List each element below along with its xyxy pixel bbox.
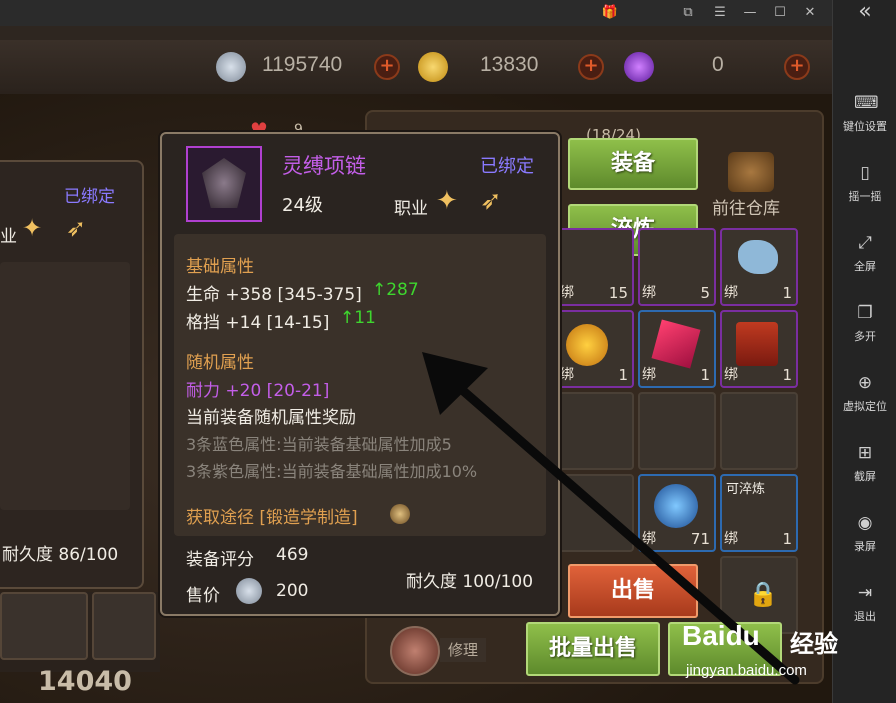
screenshot-icon: ⊞ <box>857 443 873 463</box>
hp-attr: 生命 +358 [345-375] <box>186 285 362 305</box>
collapse-icon[interactable]: « <box>833 0 896 26</box>
gift-icon[interactable]: 🎁 <box>600 3 620 23</box>
left-durability: 耐久度 86/100 <box>2 545 119 565</box>
left-attr-box <box>0 262 130 510</box>
bow-icon: ➶ <box>480 186 502 216</box>
left-bound-label: 已绑定 <box>64 187 115 207</box>
inventory-slot[interactable]: 绑1 <box>720 228 798 306</box>
side-item-label: 退出 <box>854 610 876 623</box>
baidu-word: 经验 <box>790 630 838 658</box>
gem-amount: 0 <box>712 53 724 76</box>
acquire-source: 获取途径 [锻造学制造] <box>186 508 358 528</box>
equip-slot[interactable] <box>0 592 88 660</box>
gold-coin-icon <box>418 52 448 82</box>
close-button[interactable]: ✕ <box>800 3 820 23</box>
warehouse-chest-icon[interactable] <box>728 152 774 192</box>
compare-equipment-panel: 已绑定 业 ✦ ➶ 耐久度 86/100 <box>0 160 144 589</box>
shake-icon: ▯ <box>860 163 870 183</box>
add-gem-button[interactable]: + <box>784 54 810 80</box>
side-item-record[interactable]: ◉ 录屏 <box>833 506 896 568</box>
bow-icon: ➶ <box>66 214 87 242</box>
score-label: 装备评分 <box>186 550 254 570</box>
stamina-attr: 耐力 +20 [20-21] <box>186 381 330 401</box>
rune-stone-icon <box>738 240 778 274</box>
side-item-keyboard[interactable]: ⌨ 键位设置 <box>833 86 896 148</box>
side-item-label: 虚拟定位 <box>843 400 887 413</box>
score-value: 469 <box>276 545 309 565</box>
gold-amount: 13830 <box>480 53 539 76</box>
multi-open-icon: ❐ <box>857 303 873 323</box>
currency-bar: 1195740 + 13830 + 0 + <box>0 40 832 94</box>
inventory-slot[interactable]: 绑5 <box>638 228 716 306</box>
item-level: 24级 <box>282 195 323 216</box>
emulator-top-bar: 🎁 ⧉ ☰ — ☐ ✕ <box>0 0 832 26</box>
side-item-label: 多开 <box>854 330 876 343</box>
emulator-side-panel: « ⌨ 键位设置 ▯ 摇一摇 ⤢ 全屏 ❐ 多开 ⊕ 虚拟定位 ⊞ 截屏 ◉ 录屏 ⇥ 退出 <box>832 0 896 703</box>
game-top-strip <box>0 26 832 40</box>
baidu-url: jingyan.baidu.com <box>686 662 807 679</box>
silver-coin-icon <box>236 578 262 604</box>
side-item-label: 摇一摇 <box>848 190 882 203</box>
side-item-label: 截屏 <box>854 470 876 483</box>
wings-icon: ✦ <box>436 186 458 216</box>
gem-icon <box>624 52 654 82</box>
side-item-fullscreen[interactable]: ⤢ 全屏 <box>833 226 896 288</box>
silver-coin-icon <box>216 52 246 82</box>
record-icon: ◉ <box>857 513 873 533</box>
add-silver-button[interactable]: + <box>374 54 400 80</box>
item-bound-label: 已绑定 <box>480 156 534 177</box>
go-to-warehouse-link[interactable]: 前往仓库 <box>712 194 780 219</box>
minimize-button[interactable]: — <box>740 3 760 23</box>
side-item-label: 键位设置 <box>843 120 887 133</box>
silver-amount: 1195740 <box>262 53 343 76</box>
block-increase: ↑11 <box>340 308 376 328</box>
side-item-label: 全屏 <box>854 260 876 273</box>
inventory-slot[interactable]: 绑 15 <box>556 228 634 306</box>
baidu-brand: Baidu <box>682 620 760 651</box>
price-label: 售价 <box>186 586 220 606</box>
exit-icon: ⇥ <box>857 583 873 603</box>
add-gold-button[interactable]: + <box>578 54 604 80</box>
reward-title: 当前装备随机属性奖励 <box>186 408 356 428</box>
hp-increase: ↑287 <box>372 280 419 300</box>
random-attr-title: 随机属性 <box>186 353 254 373</box>
side-item-screenshot[interactable]: ⊞ 截屏 <box>833 436 896 498</box>
wings-icon: ✦ <box>22 214 43 242</box>
job-label: 职业 <box>394 199 428 219</box>
fullscreen-icon: ⤢ <box>858 233 872 253</box>
side-item-label: 录屏 <box>854 540 876 553</box>
combat-score: 14040 <box>38 666 132 697</box>
menu-icon[interactable]: ☰ <box>710 3 730 23</box>
equip-button[interactable]: 装备 <box>568 138 698 190</box>
base-attr-title: 基础属性 <box>186 257 254 277</box>
item-icon-frame <box>186 146 262 222</box>
keyboard-icon: ⌨ <box>854 93 879 113</box>
equip-slot[interactable] <box>92 592 156 660</box>
maximize-button[interactable]: ☐ <box>770 3 790 23</box>
side-item-location[interactable]: ⊕ 虚拟定位 <box>833 366 896 428</box>
item-name: 灵缚项链 <box>282 154 366 178</box>
left-job-label: 业 <box>0 227 17 247</box>
location-icon: ⊕ <box>857 373 873 393</box>
block-attr: 格挡 +14 [14-15] <box>186 313 330 333</box>
price-value: 200 <box>276 581 309 601</box>
popout-icon[interactable]: ⧉ <box>678 3 698 23</box>
baidu-watermark: Baidu 经验 jingyan.baidu.com <box>680 600 850 700</box>
side-item-shake[interactable]: ▯ 摇一摇 <box>833 156 896 218</box>
side-item-multi-open[interactable]: ❐ 多开 <box>833 296 896 358</box>
necklace-icon <box>202 158 246 208</box>
